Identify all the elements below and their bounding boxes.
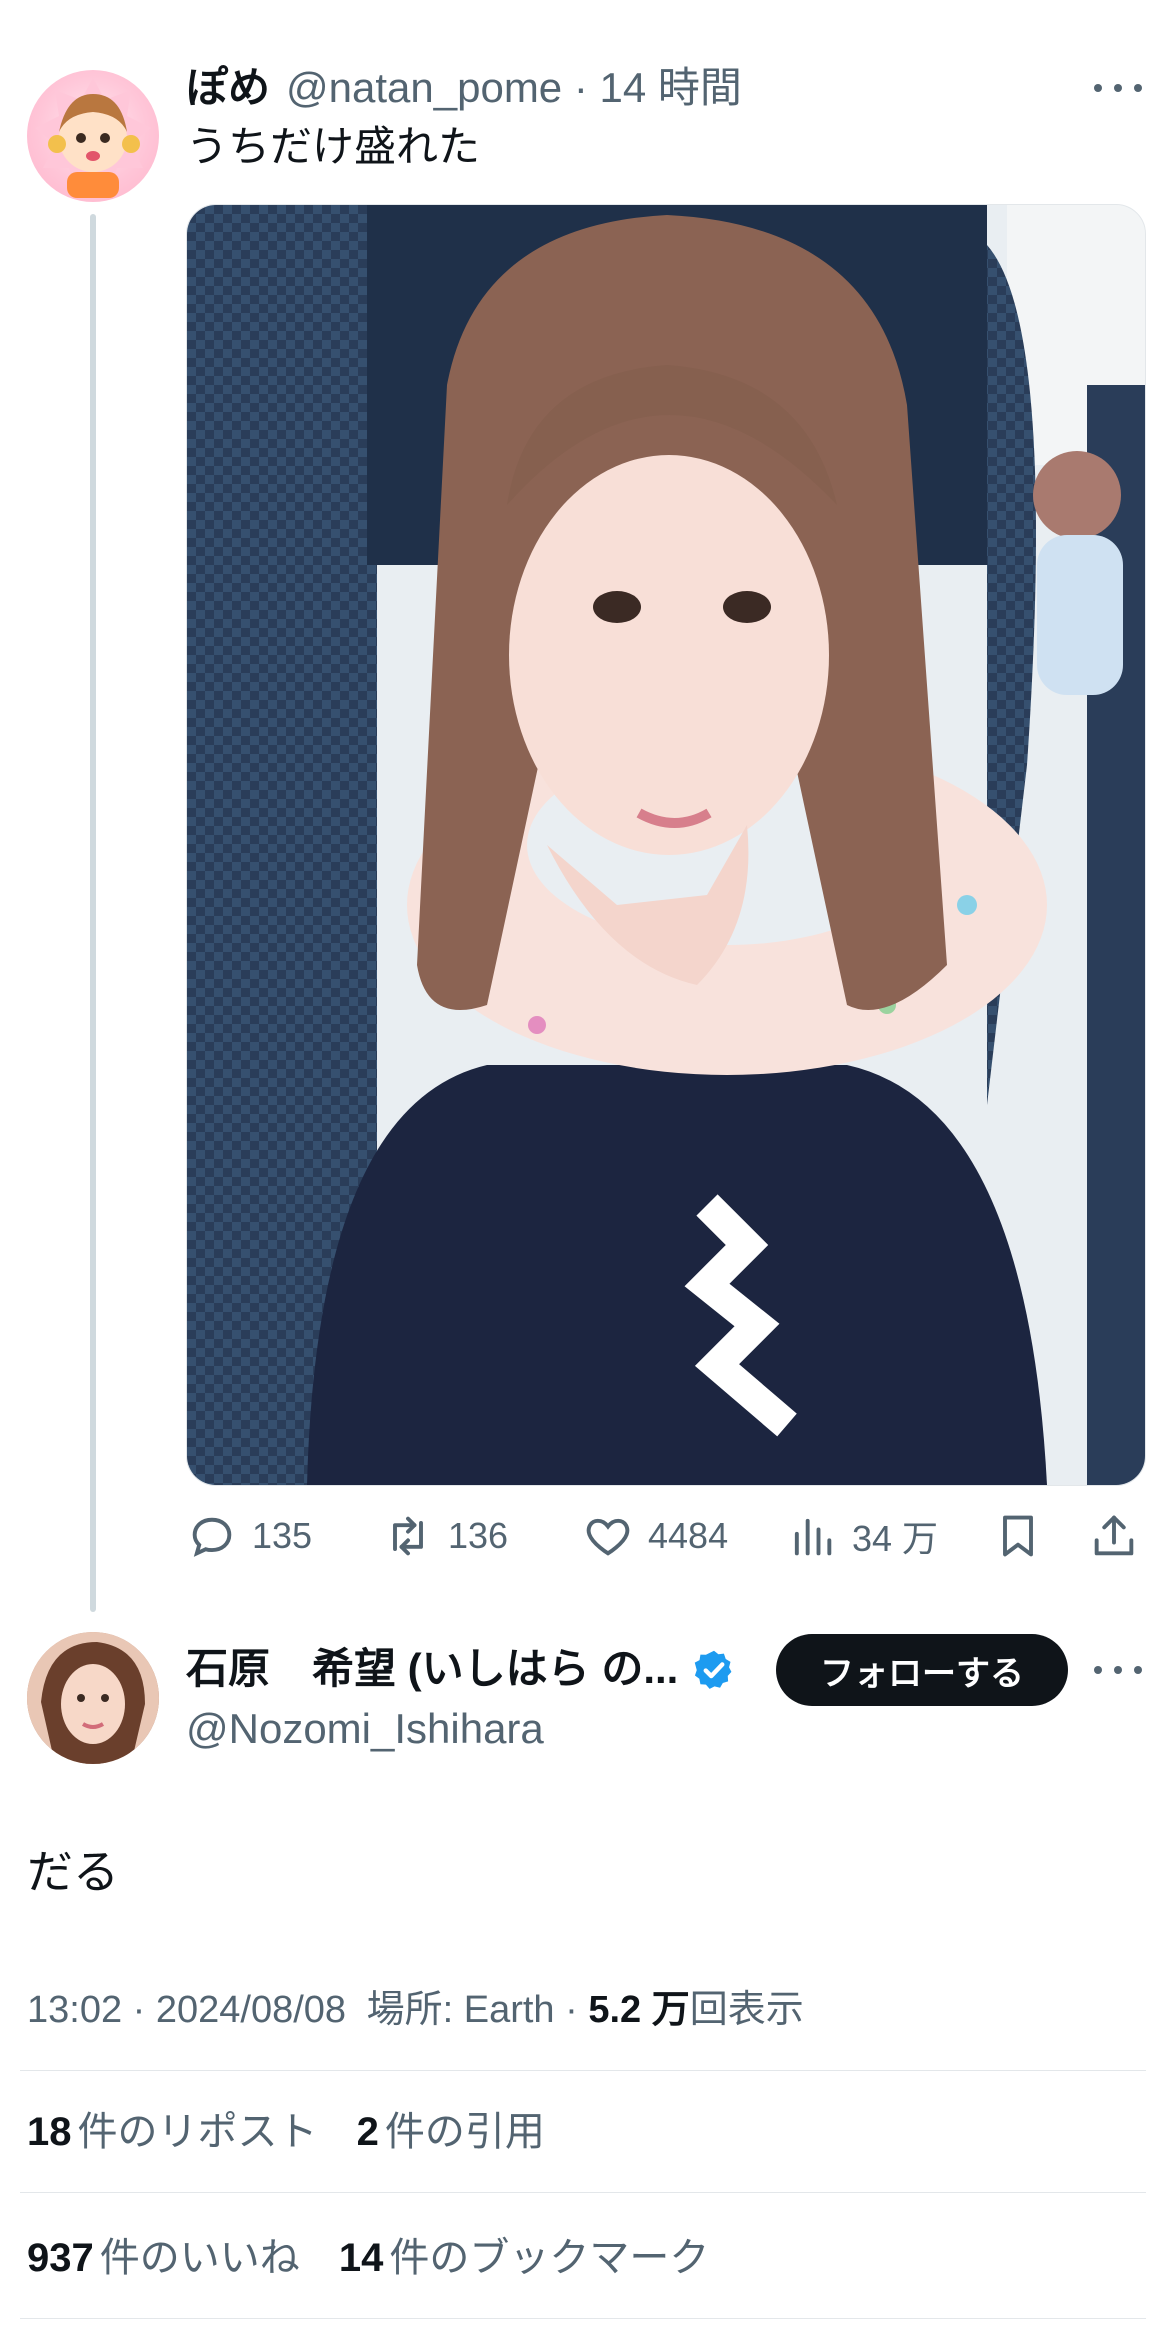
likes-link[interactable]: 937 件のいいね [27, 2236, 300, 2280]
views-count: 34 万 [852, 1518, 939, 1559]
like-count: 4484 [648, 1515, 729, 1556]
tweet-action-bar: 135 136 4484 34 万 [186, 1500, 1144, 1572]
quote-author-handle[interactable]: @Nozomi_Ishihara [186, 1700, 544, 1758]
views-button[interactable]: 34 万 [786, 1500, 938, 1572]
quotes-number: 2 [356, 2110, 379, 2154]
share-button[interactable] [1088, 1500, 1140, 1572]
quotes-link[interactable]: 2 件の引用 [357, 2110, 545, 2154]
tweet-timestamp[interactable]: · 14 時間 [574, 64, 742, 111]
tweet-time-date[interactable]: 13:02 · 2024/08/08 [27, 1989, 346, 2031]
author-handle-and-time[interactable]: @natan_pome · 14 時間 [286, 60, 742, 116]
share-icon [1094, 1515, 1134, 1556]
bookmarks-link[interactable]: 14 件のブックマーク [339, 2236, 710, 2280]
retweet-button[interactable]: 136 [382, 1500, 508, 1572]
bookmarks-number: 14 [338, 2236, 384, 2280]
author-handle[interactable]: @natan_pome [286, 64, 562, 111]
analytics-icon [794, 1518, 832, 1556]
tweet-meta-line: 13:02 · 2024/08/08 場所: Earth · 5.2 万回表示 [27, 1982, 804, 2038]
tweet-photo[interactable] [186, 204, 1146, 1486]
retweet-count: 136 [448, 1515, 509, 1556]
verified-badge-icon [694, 1650, 732, 1689]
reposts-label: 件のリポスト [77, 2110, 318, 2154]
author-avatar[interactable] [27, 70, 159, 202]
bookmark-button[interactable] [992, 1500, 1044, 1572]
likes-label: 件のいいね [99, 2236, 300, 2280]
views-number: 5.2 万 [588, 1989, 690, 2031]
divider [20, 2192, 1146, 2193]
location: 場所: Earth [366, 1989, 555, 2031]
bookmark-icon [1003, 1515, 1033, 1557]
reposts-link[interactable]: 18 件のリポスト [27, 2110, 318, 2154]
quote-tweet-text: だる [27, 1846, 119, 1898]
meta-separator: · [565, 1989, 589, 2031]
reply-button[interactable]: 135 [186, 1500, 312, 1572]
author-name[interactable]: ぽめ [186, 60, 270, 116]
views-label: 回表示 [689, 1989, 804, 2031]
quote-author-avatar[interactable] [27, 1632, 159, 1764]
tweet-text: うちだけ盛れた [186, 123, 481, 170]
divider [20, 2070, 1146, 2071]
repost-stats: 18 件のリポスト 2 件の引用 [27, 2104, 545, 2160]
heart-icon [586, 1518, 630, 1556]
thread-connector-line [90, 214, 96, 1612]
reply-icon [192, 1517, 232, 1557]
retweet-icon [393, 1516, 423, 1556]
reply-count: 135 [252, 1515, 313, 1556]
quotes-label: 件の引用 [384, 2110, 545, 2154]
divider [20, 2318, 1146, 2319]
likes-number: 937 [27, 2236, 94, 2280]
quote-more-options-button[interactable] [1092, 1652, 1144, 1688]
follow-button[interactable]: フォローする [776, 1634, 1068, 1706]
quote-author-name[interactable]: 石原 希望 (いしはら の... [186, 1640, 678, 1698]
bookmarks-label: 件のブックマーク [389, 2236, 710, 2280]
more-options-button[interactable] [1092, 70, 1144, 106]
like-button[interactable]: 4484 [582, 1500, 728, 1572]
like-bookmark-stats: 937 件のいいね 14 件のブックマーク [27, 2230, 709, 2286]
reposts-number: 18 [27, 2110, 72, 2154]
